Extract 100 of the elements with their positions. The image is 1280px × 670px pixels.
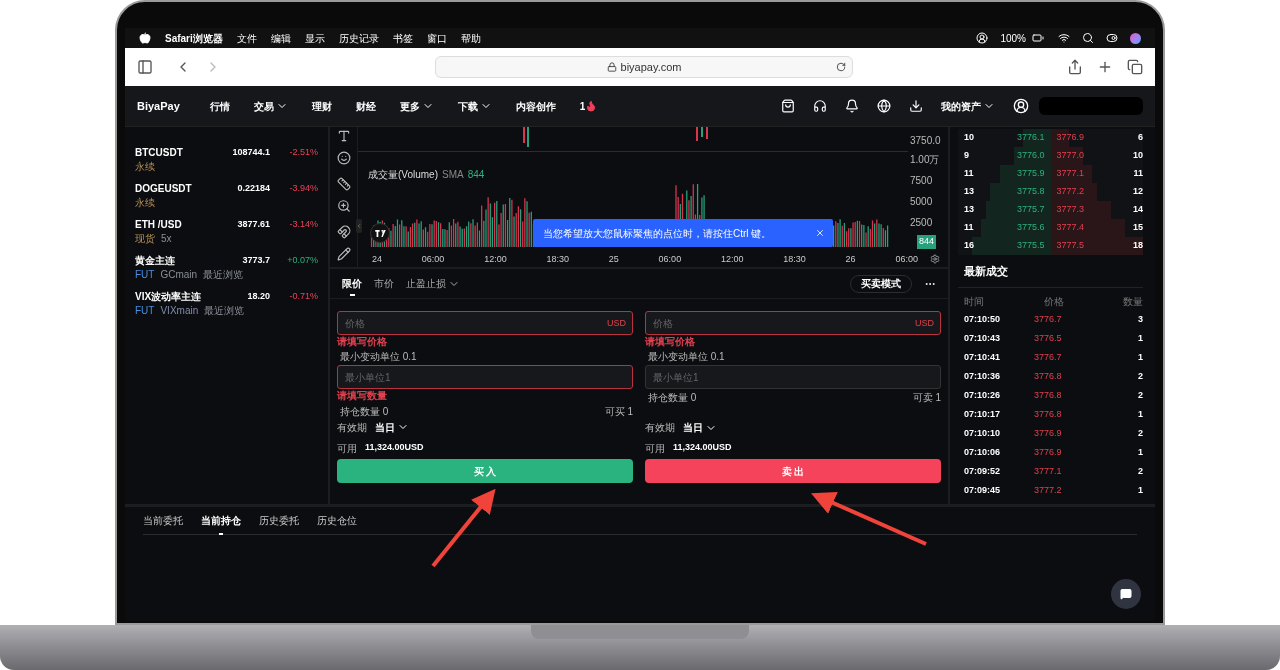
apple-icon[interactable]	[139, 32, 151, 44]
site-logo[interactable]: BiyaPay	[137, 97, 180, 115]
trade-quantity: 3	[1138, 313, 1143, 327]
symbol-tag: 最近浏览	[203, 268, 244, 281]
close-icon[interactable]	[815, 228, 825, 238]
ask-quantity: 11	[1132, 167, 1143, 181]
trade-quantity: 2	[1138, 370, 1143, 384]
nav-link[interactable]: 理财	[311, 98, 332, 114]
time-axis-label: 18:30	[546, 253, 569, 266]
quantity-field[interactable]: 最小单位1	[337, 365, 633, 389]
new-tab-icon[interactable]	[1097, 59, 1113, 75]
nav-link[interactable]: 行情	[209, 98, 230, 114]
error-text: 请填写价格	[337, 335, 388, 349]
siri-icon[interactable]	[1130, 32, 1141, 44]
trade-time: 07:10:43	[964, 332, 1002, 346]
nav-link[interactable]: 财经	[355, 98, 376, 114]
quantity-field[interactable]: 最小单位1	[645, 365, 941, 389]
globe-icon[interactable]	[877, 99, 891, 113]
ask-quantity: 10	[1132, 149, 1143, 163]
column-header: 价格	[1043, 294, 1064, 309]
zoom-in-icon[interactable]	[336, 199, 351, 213]
time-axis-label: 12:00	[720, 253, 744, 266]
watchlist-row[interactable]: DOGEUSDT 0.22184 -3.94% 永续	[125, 177, 328, 213]
bag-icon[interactable]	[781, 99, 795, 113]
chat-button[interactable]	[1111, 579, 1141, 609]
menu-item[interactable]: 书签	[392, 30, 413, 46]
bid-quantity: 10	[963, 131, 975, 145]
order-type-tab[interactable]: 限价	[342, 269, 362, 298]
record-tab[interactable]: 当前持仓	[201, 507, 241, 534]
time-axis-label: 12:00	[484, 253, 507, 266]
record-tab[interactable]: 历史委托	[259, 507, 299, 534]
menu-item[interactable]: 编辑	[270, 30, 291, 46]
menu-item[interactable]: 帮助	[460, 30, 481, 46]
avatar-icon[interactable]	[1013, 98, 1029, 114]
ruler-tool-icon[interactable]	[336, 177, 351, 191]
emoji-tool-icon[interactable]	[336, 151, 351, 165]
order-type-tab[interactable]: 止盈止损	[406, 269, 460, 298]
position-text: 持仓数量 0	[340, 404, 389, 419]
nav-link[interactable]: 交易	[253, 98, 288, 114]
watchlist-row[interactable]: ETH /USD 3877.61 -3.14% 现货 5x	[125, 213, 328, 249]
validity-label: 有效期	[337, 420, 367, 435]
settings-icon[interactable]	[930, 254, 940, 264]
nav-link[interactable]: 更多	[399, 98, 434, 114]
battery-percent: 100%	[1000, 31, 1026, 46]
available-balance: 11,324.00USD	[673, 441, 732, 455]
nav-link[interactable]: 内容创作	[515, 98, 556, 114]
bid-quantity: 13	[963, 185, 975, 199]
max-quantity-text: 可卖 1	[912, 390, 941, 405]
search-icon[interactable]	[1082, 32, 1094, 44]
record-tab[interactable]: 历史仓位	[317, 507, 357, 534]
control-center-icon[interactable]	[1106, 32, 1118, 44]
tabs-icon[interactable]	[1127, 59, 1143, 75]
download-icon[interactable]	[909, 99, 923, 113]
sma-value: 844	[467, 168, 485, 182]
magnet-icon[interactable]	[336, 225, 351, 239]
validity-select[interactable]: 当日	[375, 419, 409, 435]
bid-price: 3775.5	[1015, 239, 1046, 253]
menu-item[interactable]: 历史记录	[338, 30, 379, 46]
bell-icon[interactable]	[845, 99, 859, 113]
symbol-tag: 5x	[161, 232, 172, 245]
ask-quantity: 6	[1137, 131, 1143, 145]
menu-item[interactable]: 显示	[304, 30, 325, 46]
validity-select[interactable]: 当日	[683, 420, 717, 435]
address-bar[interactable]: biyapay.com	[435, 56, 853, 78]
sidebar-icon[interactable]	[137, 59, 153, 75]
assets-menu[interactable]: 我的资产	[941, 98, 995, 114]
trade-time: 07:10:10	[964, 427, 1002, 441]
bid-price: 3776.0	[1015, 149, 1046, 163]
headset-icon[interactable]	[813, 99, 827, 113]
share-icon[interactable]	[1067, 59, 1083, 75]
symbol-tag: FUT	[135, 304, 155, 317]
watchlist-row[interactable]: BTCUSDT 108744.1 -2.51% 永续	[125, 141, 328, 177]
wifi-icon[interactable]	[1058, 32, 1070, 44]
user-icon[interactable]	[976, 32, 989, 44]
text-tool-icon[interactable]	[336, 129, 351, 143]
symbol-change: -0.71%	[289, 289, 318, 303]
menu-app-name[interactable]: Safari浏览器	[165, 30, 223, 46]
trade-price: 3776.8	[1034, 409, 1062, 420]
trade-time: 07:10:41	[964, 351, 1002, 365]
pencil-icon[interactable]	[336, 247, 351, 261]
hot-count[interactable]: 1	[579, 98, 598, 114]
menu-item[interactable]: 窗口	[426, 30, 447, 46]
record-tab[interactable]: 当前委托	[143, 507, 183, 534]
nav-link[interactable]: 下载	[457, 98, 492, 114]
sell-button[interactable]: 卖 出	[645, 459, 941, 483]
battery-icon[interactable]	[1030, 32, 1046, 44]
symbol-change: -3.94%	[289, 181, 318, 195]
watchlist-row[interactable]: VIX波动率主连 18.20 -0.71% FUT VIXmain 最近浏览	[125, 285, 328, 321]
reload-icon[interactable]	[836, 62, 846, 72]
ask-quantity: 15	[1132, 221, 1143, 235]
trade-price: 3777.1	[1034, 466, 1062, 477]
time-axis-label: 06:00	[658, 253, 682, 266]
watchlist-row[interactable]: 黄金主连 3773.7 +0.07% FUT GCmain 最近浏览	[125, 249, 328, 285]
currency-label: USD	[915, 317, 934, 330]
order-type-tab[interactable]: 市价	[374, 269, 394, 298]
menu-item[interactable]: 文件	[236, 30, 257, 46]
symbol-change: -3.14%	[289, 217, 318, 231]
trade-time: 07:09:52	[964, 465, 1002, 479]
symbol-tag: 永续	[135, 160, 155, 173]
validity-label: 有效期	[645, 421, 675, 435]
